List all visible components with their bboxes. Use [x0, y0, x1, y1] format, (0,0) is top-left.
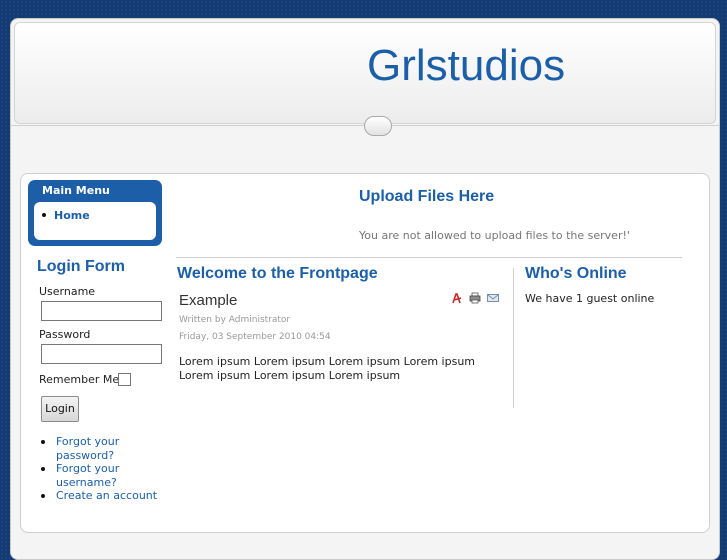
remember-me-label: Remember Me: [39, 373, 120, 386]
login-form-title: Login Form: [37, 258, 125, 275]
pdf-icon[interactable]: [451, 292, 463, 304]
menu-item-home[interactable]: Home: [42, 209, 90, 222]
content-divider: [176, 257, 682, 258]
main-content: Main Menu Home Login Form Username Passw…: [20, 173, 710, 533]
print-icon[interactable]: [469, 292, 481, 304]
bullet-icon: [42, 213, 46, 217]
link-label[interactable]: Create an account: [56, 489, 157, 502]
username-label: Username: [39, 285, 96, 298]
link-label[interactable]: Forgot your password?: [56, 435, 119, 462]
frontpage-title: Welcome to the Frontpage: [177, 265, 378, 282]
login-links: Forgot your password? Forgot your userna…: [39, 435, 159, 503]
article-title: Example: [179, 292, 238, 309]
site-header: Grlstudios: [14, 22, 716, 124]
page-frame: Grlstudios Main Menu Home Login Form Use…: [10, 18, 720, 560]
upload-message: You are not allowed to upload files to t…: [359, 229, 630, 242]
username-field[interactable]: [41, 301, 162, 321]
bullet-icon: [41, 494, 45, 498]
divider-knob: [364, 116, 392, 136]
password-field[interactable]: [41, 344, 162, 364]
site-title[interactable]: Grlstudios: [367, 41, 565, 91]
column-divider: [513, 268, 514, 408]
remember-me-checkbox[interactable]: [118, 373, 131, 386]
link-label[interactable]: Forgot your username?: [56, 462, 119, 489]
article-date: Friday, 03 September 2010 04:54: [179, 332, 331, 342]
bullet-icon: [41, 467, 45, 471]
forgot-password-link[interactable]: Forgot your password?: [39, 435, 159, 462]
whos-online-text: We have 1 guest online: [525, 292, 655, 305]
main-menu: Main Menu Home: [28, 180, 162, 246]
password-label: Password: [39, 328, 91, 341]
article-body: Lorem ipsum Lorem ipsum Lorem ipsum Lore…: [179, 355, 476, 382]
forgot-username-link[interactable]: Forgot your username?: [39, 462, 159, 489]
login-button[interactable]: Login: [41, 396, 79, 422]
menu-item-label: Home: [54, 209, 90, 222]
create-account-link[interactable]: Create an account: [39, 489, 159, 503]
article-author: Written by Administrator: [179, 315, 291, 325]
upload-title: Upload Files Here: [359, 188, 495, 205]
email-icon[interactable]: [487, 292, 499, 304]
main-menu-list: Home: [34, 202, 156, 240]
whos-online-title: Who's Online: [525, 265, 627, 282]
main-menu-title: Main Menu: [42, 184, 110, 197]
bullet-icon: [41, 440, 45, 444]
